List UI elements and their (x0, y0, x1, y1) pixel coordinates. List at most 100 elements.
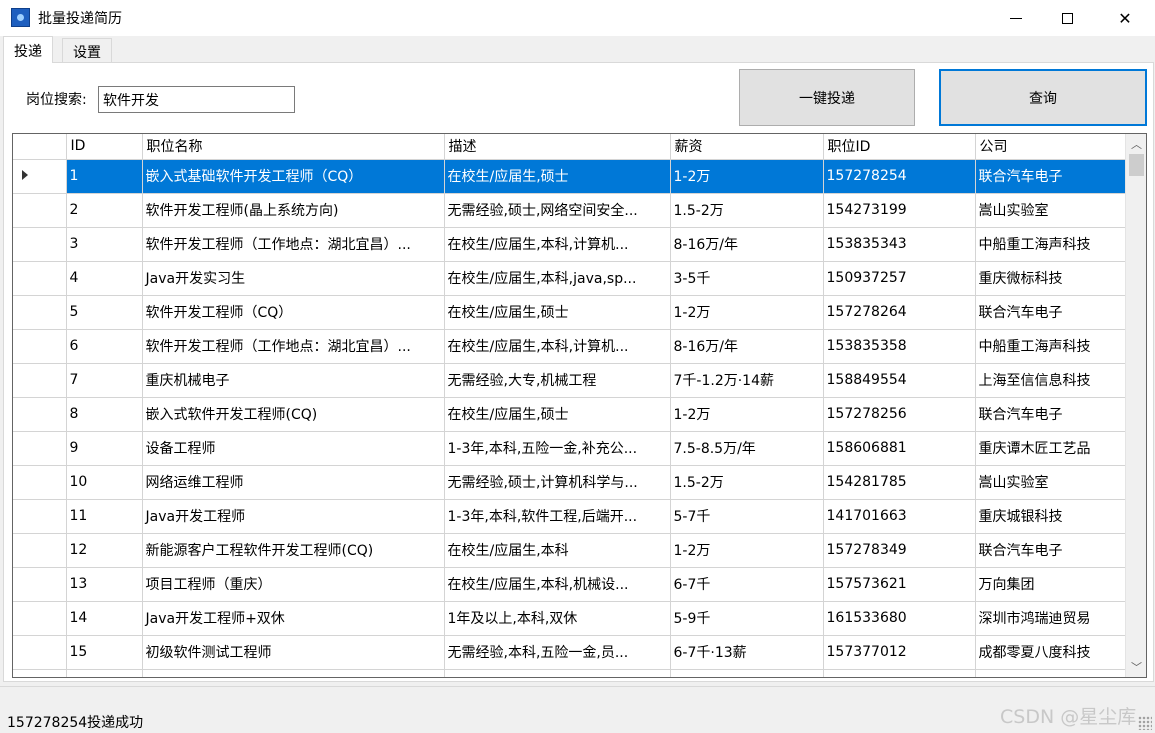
scroll-up-icon[interactable]: ︿ (1126, 134, 1146, 154)
row-header[interactable] (13, 635, 67, 670)
cell-name[interactable]: 嵌入式基础软件开发工程师（CQ） (142, 159, 445, 194)
row-header[interactable] (13, 499, 67, 534)
column-header-desc[interactable]: 描述 (444, 134, 671, 160)
cell-desc[interactable]: 在校生/应届生,本科,机械设... (444, 567, 671, 602)
cell-id[interactable]: 6 (66, 329, 143, 364)
row-header[interactable] (13, 397, 67, 432)
cell-id[interactable]: 14 (66, 601, 143, 636)
close-button[interactable]: ✕ (1100, 0, 1150, 36)
cell-salary[interactable]: 8-16万/年 (670, 329, 824, 364)
table-row[interactable]: 7 重庆机械电子 无需经验,大专,机械工程 7千-1.2万·14薪 158849554 上… (13, 363, 1126, 398)
cell-id[interactable]: 12 (66, 533, 143, 568)
cell-name[interactable]: 新能源客户工程软件开发工程师(CQ) (142, 533, 445, 568)
cell-id[interactable]: 11 (66, 499, 143, 534)
table-row[interactable]: 1 嵌入式基础软件开发工程师（CQ） 在校生/应届生,硕士 1-2万 157278254… (13, 159, 1126, 194)
cell-company[interactable]: 万向集团 (975, 567, 1126, 602)
cell-salary[interactable]: 7.5-8.5万/年 (670, 431, 824, 466)
cell-company[interactable]: 联合汽车电子 (975, 397, 1126, 432)
cell-id[interactable]: 3 (66, 227, 143, 262)
row-header[interactable] (13, 261, 67, 296)
cell-salary[interactable]: 1.5-2万 (670, 193, 824, 228)
cell-id[interactable]: 15 (66, 635, 143, 670)
row-header[interactable] (13, 227, 67, 262)
table-row[interactable]: 11 Java开发工程师 1-3年,本科,软件工程,后端开... 5-7千 141701… (13, 499, 1126, 534)
cell-salary[interactable]: 8-16万/年 (670, 227, 824, 262)
vertical-scrollbar[interactable]: ︿ ﹀ (1125, 134, 1146, 677)
cell-salary[interactable]: 7千-1.2万·14薪 (670, 363, 824, 398)
cell-company[interactable]: 联合汽车电子 (975, 295, 1126, 330)
column-header-job-id[interactable]: 职位ID (823, 134, 976, 160)
row-header[interactable] (13, 567, 67, 602)
cell-name[interactable]: 软件开发工程师(晶上系统方向) (142, 193, 445, 228)
column-header-company[interactable]: 公司 (975, 134, 1126, 160)
cell-salary[interactable]: 6-7千·13薪 (670, 635, 824, 670)
cell-job-id[interactable]: 157278254 (823, 159, 976, 194)
cell-job-id[interactable]: 157278256 (823, 397, 976, 432)
tab-settings[interactable]: 设置 (62, 38, 112, 62)
cell-company[interactable]: 重庆微标科技 (975, 261, 1126, 296)
table-row[interactable]: 9 设备工程师 1-3年,本科,五险一金,补充公... 7.5-8.5万/年 15860… (13, 431, 1126, 466)
cell-company[interactable]: 重庆谭木匠工艺品 (975, 431, 1126, 466)
scroll-down-icon[interactable]: ﹀ (1126, 657, 1146, 677)
cell-job-id[interactable]: 154281785 (823, 465, 976, 500)
cell-name[interactable]: 嵌入式软件开发工程师(CQ) (142, 397, 445, 432)
job-grid[interactable]: ID 职位名称 描述 薪资 职位ID 公司 1 嵌入式基础软件开发工程师（CQ）在… (12, 133, 1147, 678)
cell-name[interactable]: 网络运维工程师 (142, 465, 445, 500)
cell-desc[interactable]: 在校生/应届生,本科,计算机... (444, 329, 671, 364)
cell-salary[interactable]: 3-5千 (670, 261, 824, 296)
cell-name[interactable]: Java开发工程师 (142, 499, 445, 534)
table-row[interactable]: 14 Java开发工程师+双休 1年及以上,本科,双休 5-9千 161533680 深圳… (13, 601, 1126, 636)
table-row[interactable]: 3 软件开发工程师（工作地点：湖北宜昌）... 在校生/应届生,本科,计算机... 8… (13, 227, 1126, 262)
maximize-button[interactable] (1042, 0, 1092, 36)
cell-company[interactable]: 中船重工海声科技 (975, 329, 1126, 364)
table-row[interactable]: 5 软件开发工程师（CQ） 在校生/应届生,硕士 1-2万 157278264 联合汽车电… (13, 295, 1126, 330)
cell-id[interactable]: 2 (66, 193, 143, 228)
cell-job-id[interactable]: 141701663 (823, 499, 976, 534)
cell-company[interactable]: 深圳市鸿瑞迪贸易 (975, 601, 1126, 636)
cell-desc[interactable]: 在校生/应届生,本科,计算机... (444, 227, 671, 262)
cell-job-id[interactable]: 150937257 (823, 261, 976, 296)
row-header[interactable] (13, 159, 67, 194)
cell-company[interactable]: 联合汽车电子 (975, 533, 1126, 568)
cell-name[interactable]: Java开发实习生 (142, 261, 445, 296)
cell-name[interactable]: 项目工程师（重庆） (142, 567, 445, 602)
cell-job-id[interactable]: 158849554 (823, 363, 976, 398)
cell-company[interactable]: 上海至信信息科技 (975, 363, 1126, 398)
table-row[interactable]: 13 项目工程师（重庆） 在校生/应届生,本科,机械设... 6-7千 15757362… (13, 567, 1126, 602)
row-header[interactable] (13, 533, 67, 568)
cell-salary[interactable]: 5-7千 (670, 499, 824, 534)
cell-job-id[interactable]: 157573621 (823, 567, 976, 602)
cell-job-id[interactable]: 161533680 (823, 601, 976, 636)
table-row[interactable]: 10 网络运维工程师 无需经验,硕士,计算机科学与... 1.5-2万 15428178… (13, 465, 1126, 500)
column-header-salary[interactable]: 薪资 (670, 134, 824, 160)
cell-job-id[interactable]: 157278264 (823, 295, 976, 330)
table-row[interactable]: 4 Java开发实习生 在校生/应届生,本科,java,sp... 3-5千 15093… (13, 261, 1126, 296)
cell-name[interactable]: 软件开发工程师（工作地点：湖北宜昌）... (142, 329, 445, 364)
table-row[interactable]: 8 嵌入式软件开发工程师(CQ) 在校生/应届生,硕士 1-2万 157278256 联合… (13, 397, 1126, 432)
cell-job-id[interactable]: 158606881 (823, 431, 976, 466)
cell-desc[interactable]: 1-3年,本科,软件工程,后端开... (444, 499, 671, 534)
cell-desc[interactable]: 无需经验,硕士,网络空间安全... (444, 193, 671, 228)
cell-id[interactable]: 10 (66, 465, 143, 500)
cell-id[interactable]: 13 (66, 567, 143, 602)
cell-desc[interactable]: 无需经验,本科,五险一金,员... (444, 635, 671, 670)
cell-name[interactable]: Java开发工程师+双休 (142, 601, 445, 636)
cell-company[interactable]: 中船重工海声科技 (975, 227, 1126, 262)
cell-desc[interactable]: 在校生/应届生,硕士 (444, 159, 671, 194)
column-header-name[interactable]: 职位名称 (142, 134, 445, 160)
cell-salary[interactable]: 5-9千 (670, 601, 824, 636)
cell-desc[interactable]: 1-3年,本科,五险一金,补充公... (444, 431, 671, 466)
cell-id[interactable]: 9 (66, 431, 143, 466)
table-row[interactable]: 2 软件开发工程师(晶上系统方向) 无需经验,硕士,网络空间安全... 1.5-2万 1… (13, 193, 1126, 228)
cell-name[interactable]: 重庆机械电子 (142, 363, 445, 398)
cell-name[interactable]: 初级软件测试工程师 (142, 635, 445, 670)
cell-company[interactable]: 嵩山实验室 (975, 193, 1126, 228)
column-header-id[interactable]: ID (66, 134, 143, 160)
cell-desc[interactable]: 无需经验,硕士,计算机科学与... (444, 465, 671, 500)
submit-all-button[interactable]: 一键投递 (739, 69, 915, 126)
cell-job-id[interactable]: 154273199 (823, 193, 976, 228)
cell-id[interactable]: 8 (66, 397, 143, 432)
cell-desc[interactable]: 无需经验,大专,机械工程 (444, 363, 671, 398)
resize-grip-icon[interactable] (1138, 716, 1152, 730)
cell-salary[interactable]: 1-2万 (670, 397, 824, 432)
